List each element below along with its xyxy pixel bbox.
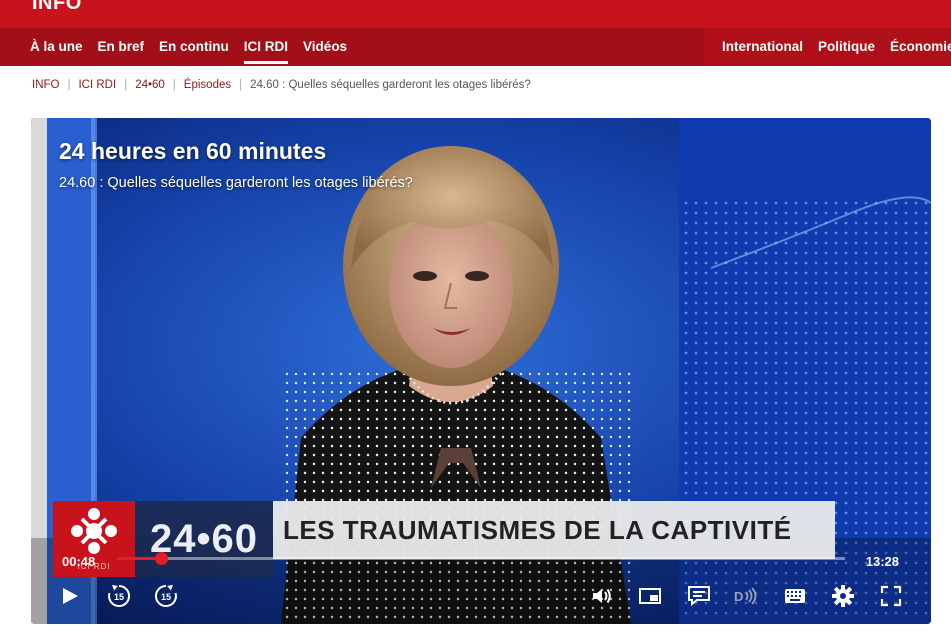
breadcrumb-separator: | xyxy=(172,79,176,91)
total-time: 13:28 xyxy=(865,554,899,569)
lower-third: ICI RDI 24•60 LES TRAUMATISMES DE LA CAP… xyxy=(53,501,835,577)
fullscreen-button[interactable] xyxy=(878,583,904,609)
nav-item-economie[interactable]: Économie xyxy=(890,28,951,66)
rewind-15-button[interactable]: 15 xyxy=(106,583,132,609)
video-player[interactable]: 24 heures en 60 minutes 24.60 : Quelles … xyxy=(31,118,931,624)
breadcrumb-separator: | xyxy=(67,79,71,91)
forward-icon: 15 xyxy=(154,584,177,607)
play-button[interactable] xyxy=(57,583,83,609)
progress-bar[interactable] xyxy=(117,552,845,565)
svg-text:D: D xyxy=(734,589,743,604)
rewind-icon: 15 xyxy=(108,584,131,607)
video-subtitle: 24.60 : Quelles séquelles garderont les … xyxy=(59,175,413,191)
nav-item-politique[interactable]: Politique xyxy=(818,28,875,66)
audio-description-icon: D xyxy=(734,587,757,605)
nav-item-international[interactable]: International xyxy=(722,28,803,66)
play-icon xyxy=(63,588,78,604)
headline-text: LES TRAUMATISMES DE LA CAPTIVITÉ xyxy=(283,514,792,545)
captions-button[interactable] xyxy=(686,583,712,609)
volume-icon xyxy=(593,588,611,604)
breadcrumb-current: 24.60 : Quelles séquelles garderont les … xyxy=(250,79,531,91)
main-navigation: À la une En bref En continu ICI RDI Vidé… xyxy=(0,28,951,66)
breadcrumb-ici-rdi[interactable]: ICI RDI xyxy=(78,79,116,91)
nav-item-a-la-une[interactable]: À la une xyxy=(30,28,83,66)
cbc-gem-icon xyxy=(71,508,117,554)
settings-button[interactable] xyxy=(830,583,856,609)
picture-in-picture-icon xyxy=(639,588,661,604)
pip-button[interactable] xyxy=(637,583,663,609)
headline-banner: LES TRAUMATISMES DE LA CAPTIVITÉ xyxy=(273,501,835,559)
breadcrumb-info[interactable]: INFO xyxy=(32,79,59,91)
nav-item-videos[interactable]: Vidéos xyxy=(303,28,347,66)
site-logo[interactable]: INFO xyxy=(32,0,82,15)
forward-15-button[interactable]: 15 xyxy=(153,583,179,609)
nav-item-ici-rdi[interactable]: ICI RDI xyxy=(243,28,289,66)
keyboard-shortcuts-button[interactable] xyxy=(782,583,808,609)
nav-topics: International Politique Économie xyxy=(704,28,951,66)
captions-icon xyxy=(688,586,710,606)
breadcrumb-2460[interactable]: 24•60 xyxy=(135,79,165,91)
video-title: 24 heures en 60 minutes xyxy=(59,138,327,164)
site-header: INFO xyxy=(0,0,951,28)
forward-label: 15 xyxy=(161,592,171,602)
current-time: 00:48 xyxy=(62,554,96,569)
rewind-label: 15 xyxy=(114,592,124,602)
audio-description-button[interactable]: D xyxy=(734,583,760,609)
show-logo: 24•60 xyxy=(135,501,273,577)
breadcrumb-episodes[interactable]: Épisodes xyxy=(184,79,231,91)
nav-sections: À la une En bref En continu ICI RDI Vidé… xyxy=(30,28,347,66)
breadcrumb-separator: | xyxy=(239,79,243,91)
breadcrumb: INFO | ICI RDI | 24•60 | Épisodes | 24.6… xyxy=(32,79,531,91)
breadcrumb-separator: | xyxy=(124,79,128,91)
gear-icon xyxy=(832,585,854,607)
nav-item-en-continu[interactable]: En continu xyxy=(159,28,229,66)
nav-item-en-bref[interactable]: En bref xyxy=(98,28,145,66)
progress-handle[interactable] xyxy=(154,552,168,565)
keyboard-icon xyxy=(785,589,805,603)
volume-button[interactable] xyxy=(589,583,615,609)
fullscreen-icon xyxy=(880,585,902,607)
